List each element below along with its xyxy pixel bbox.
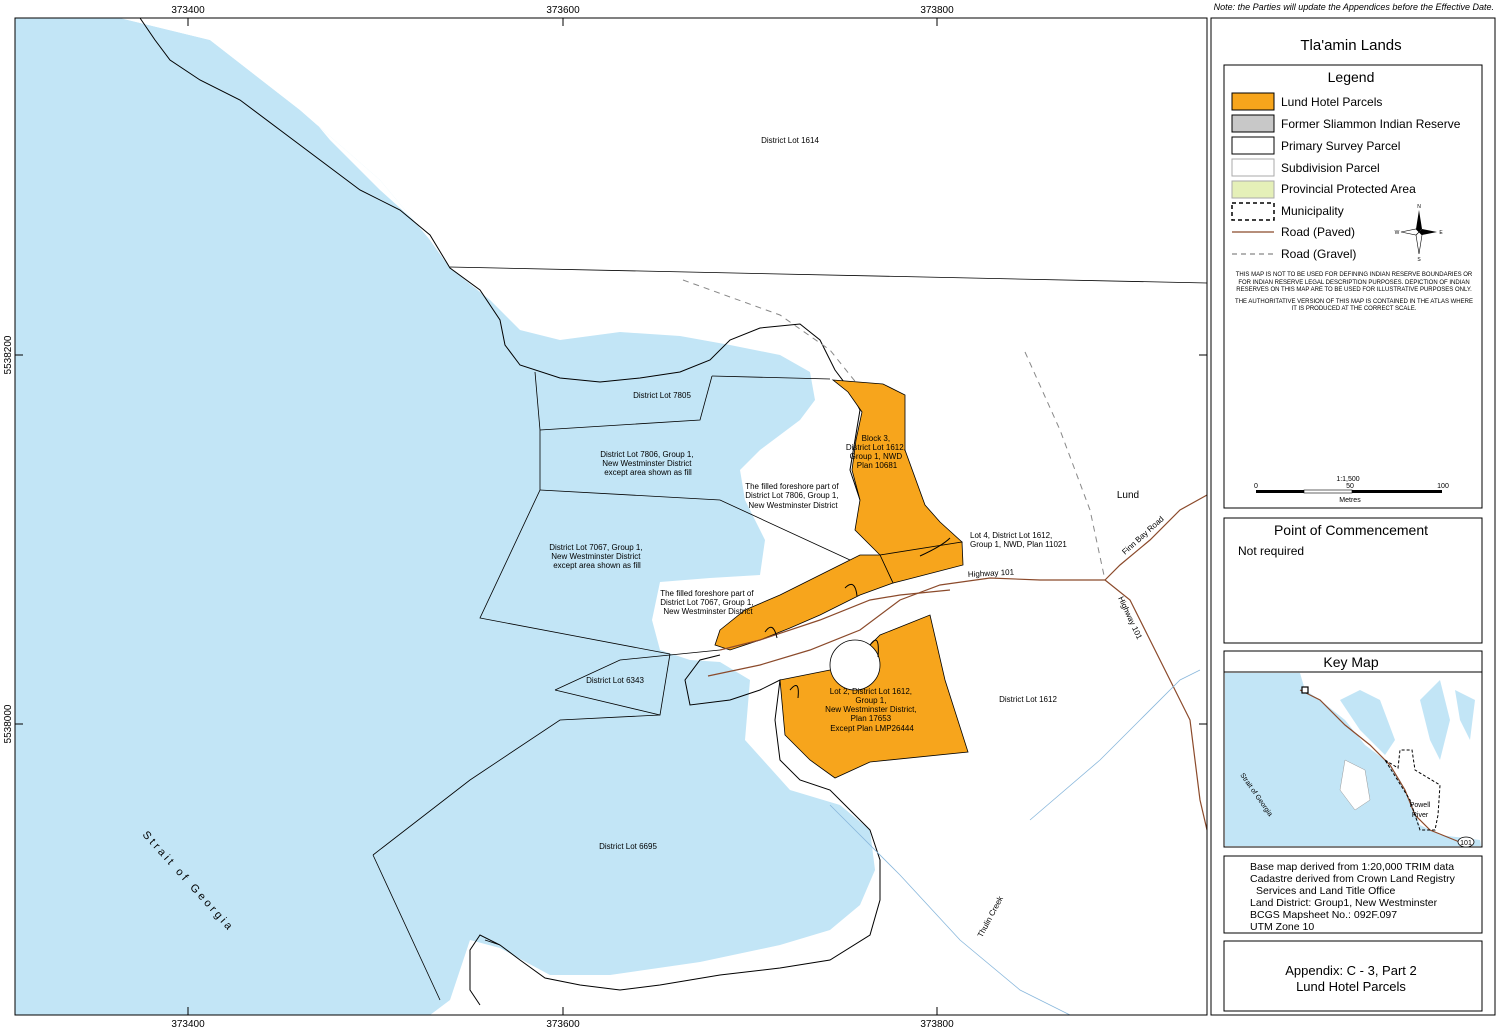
- disclaimer-1: THIS MAP IS NOT TO BE USED FOR DEFINING …: [1235, 272, 1473, 293]
- grid-x-label-top-1: 373400: [171, 5, 205, 16]
- legend-label-former-reserve: Former Sliammon Indian Reserve: [1281, 117, 1461, 131]
- appendix-line-2: Lund Hotel Parcels: [1296, 979, 1406, 994]
- label-dl7806: District Lot 7806, Group 1, New Westmins…: [600, 450, 696, 477]
- info-line-3: Services and Land Title Office: [1256, 885, 1395, 897]
- grid-y-label-left-2: 5538000: [3, 704, 14, 743]
- svg-text:Metres: Metres: [1339, 497, 1361, 504]
- label-lund: Lund: [1117, 490, 1139, 501]
- label-dl7805: District Lot 7805: [633, 391, 691, 400]
- legend-swatch-protected-area: [1231, 180, 1275, 199]
- label-dl6343: District Lot 6343: [586, 676, 644, 685]
- legend-label-municipality: Municipality: [1281, 204, 1344, 218]
- svg-text:0: 0: [1254, 483, 1258, 490]
- legend-swatch-subdivision: [1231, 158, 1275, 177]
- label-dl6695: District Lot 6695: [599, 842, 657, 851]
- svg-text:101: 101: [1460, 840, 1472, 847]
- grid-x-label-top-2: 373600: [546, 5, 580, 16]
- appendix-line-1: Appendix: C - 3, Part 2: [1285, 963, 1417, 978]
- svg-text:W: W: [1395, 230, 1400, 236]
- grid-x-label-bottom-1: 373400: [171, 1019, 205, 1030]
- legend-label-primary-survey: Primary Survey Parcel: [1281, 139, 1400, 153]
- legend-swatch-lund-hotel: [1231, 92, 1275, 111]
- label-lot2: Lot 2, District Lot 1612, Group 1, New W…: [825, 687, 919, 733]
- info-line-2: Cadastre derived from Crown Land Registr…: [1250, 873, 1456, 885]
- svg-text:River: River: [1412, 812, 1429, 819]
- info-line-1: Base map derived from 1:20,000 TRIM data: [1250, 861, 1454, 873]
- map-title: Tla'amin Lands: [1300, 37, 1401, 54]
- label-dl1614: District Lot 1614: [761, 136, 819, 145]
- label-fill7067: The filled foreshore part of District Lo…: [660, 589, 756, 616]
- info-line-6: UTM Zone 10: [1250, 921, 1314, 933]
- svg-text:100: 100: [1437, 483, 1449, 490]
- grid-x-label-bottom-2: 373600: [546, 1019, 580, 1030]
- svg-text:N: N: [1417, 204, 1421, 210]
- grid-x-label-top-3: 373800: [920, 5, 954, 16]
- legend-swatch-former-reserve: [1231, 114, 1275, 133]
- grid-x-label-bottom-3: 373800: [920, 1019, 954, 1030]
- svg-text:1:1,500: 1:1,500: [1336, 476, 1359, 483]
- legend-label-subdivision: Subdivision Parcel: [1281, 161, 1380, 175]
- disclaimer-2: THE AUTHORITATIVE VERSION OF THIS MAP IS…: [1235, 298, 1473, 313]
- legend-label-road-gravel: Road (Gravel): [1281, 247, 1356, 261]
- legend-heading: Legend: [1328, 69, 1375, 85]
- map-sheet: 373400 373600 373800 373400 373600 37380…: [3, 5, 1496, 1030]
- legend-disclaimers: THIS MAP IS NOT TO BE USED FOR DEFINING …: [1232, 272, 1476, 314]
- info-line-5: BCGS Mapsheet No.: 092F.097: [1250, 909, 1397, 921]
- label-dl1612: District Lot 1612: [999, 695, 1057, 704]
- svg-text:Powell: Powell: [1410, 802, 1431, 809]
- label-dl7067: District Lot 7067, Group 1, New Westmins…: [549, 543, 645, 570]
- keymap-heading: Key Map: [1323, 654, 1378, 670]
- keymap-inset: Strait of Georgia Powell River 101: [1225, 673, 1481, 848]
- legend-swatch-primary-survey: [1231, 136, 1275, 155]
- legend-label-lund-hotel: Lund Hotel Parcels: [1281, 95, 1382, 109]
- svg-text:50: 50: [1346, 483, 1354, 490]
- header-note: Note: the Parties will update the Append…: [1213, 2, 1494, 12]
- commencement-text: Not required: [1238, 544, 1304, 558]
- grid-y-label-left-1: 5538200: [3, 335, 14, 374]
- legend-label-road-paved: Road (Paved): [1281, 225, 1355, 239]
- legend-swatch-municipality: [1231, 202, 1275, 221]
- label-lot4: Lot 4, District Lot 1612, Group 1, NWD, …: [970, 531, 1067, 549]
- legend-label-protected-area: Provincial Protected Area: [1281, 182, 1416, 196]
- commencement-heading: Point of Commencement: [1274, 522, 1428, 538]
- info-line-4: Land District: Group1, New Westminster: [1250, 897, 1438, 909]
- label-fill7806: The filled foreshore part of District Lo…: [745, 482, 841, 510]
